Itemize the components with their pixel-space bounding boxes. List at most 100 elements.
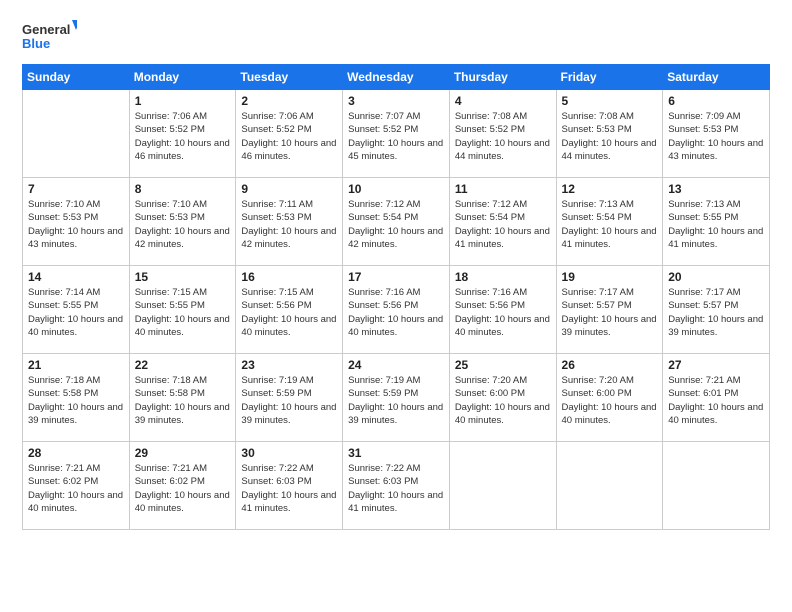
week-row-2: 7 Sunrise: 7:10 AMSunset: 5:53 PMDaylight… — [23, 178, 770, 266]
page: General Blue SundayMondayTuesdayWednesda… — [0, 0, 792, 612]
day-info: Sunrise: 7:13 AMSunset: 5:55 PMDaylight:… — [668, 198, 764, 251]
day-number: 13 — [668, 182, 764, 196]
calendar-cell: 9 Sunrise: 7:11 AMSunset: 5:53 PMDaylight… — [236, 178, 343, 266]
day-info: Sunrise: 7:11 AMSunset: 5:53 PMDaylight:… — [241, 198, 337, 251]
day-number: 6 — [668, 94, 764, 108]
calendar-cell: 16Sunrise: 7:15 AMSunset: 5:56 PMDayligh… — [236, 266, 343, 354]
day-info: Sunrise: 7:13 AMSunset: 5:54 PMDaylight:… — [562, 198, 658, 251]
day-info: Sunrise: 7:20 AMSunset: 6:00 PMDaylight:… — [455, 374, 551, 427]
day-info: Sunrise: 7:15 AMSunset: 5:55 PMDaylight:… — [135, 286, 231, 339]
weekday-header-sunday: Sunday — [23, 65, 130, 90]
calendar-cell: 21 Sunrise: 7:18 AMSunset: 5:58 PMDayligh… — [23, 354, 130, 442]
day-number: 26 — [562, 358, 658, 372]
day-number: 9 — [241, 182, 337, 196]
calendar: SundayMondayTuesdayWednesdayThursdayFrid… — [22, 64, 770, 530]
day-info: Sunrise: 7:22 AMSunset: 6:03 PMDaylight:… — [241, 462, 337, 515]
day-info: Sunrise: 7:10 AMSunset: 5:53 PMDaylight:… — [28, 198, 124, 251]
day-number: 14 — [28, 270, 124, 284]
day-info: Sunrise: 7:14 AMSunset: 5:55 PMDaylight:… — [28, 286, 124, 339]
day-number: 22 — [135, 358, 231, 372]
day-info: Sunrise: 7:16 AMSunset: 5:56 PMDaylight:… — [348, 286, 444, 339]
calendar-cell — [663, 442, 770, 530]
day-number: 5 — [562, 94, 658, 108]
svg-text:General: General — [22, 22, 70, 37]
weekday-header-row: SundayMondayTuesdayWednesdayThursdayFrid… — [23, 65, 770, 90]
day-number: 21 — [28, 358, 124, 372]
day-number: 18 — [455, 270, 551, 284]
calendar-cell: 18 Sunrise: 7:16 AMSunset: 5:56 PMDayligh… — [449, 266, 556, 354]
weekday-header-saturday: Saturday — [663, 65, 770, 90]
calendar-cell: 30Sunrise: 7:22 AMSunset: 6:03 PMDayligh… — [236, 442, 343, 530]
calendar-cell: 23 Sunrise: 7:19 AMSunset: 5:59 PMDayligh… — [236, 354, 343, 442]
week-row-5: 28 Sunrise: 7:21 AMSunset: 6:02 PMDayligh… — [23, 442, 770, 530]
calendar-cell: 17 Sunrise: 7:16 AMSunset: 5:56 PMDayligh… — [343, 266, 450, 354]
day-info: Sunrise: 7:18 AMSunset: 5:58 PMDaylight:… — [28, 374, 124, 427]
calendar-cell: 22 Sunrise: 7:18 AMSunset: 5:58 PMDayligh… — [129, 354, 236, 442]
day-info: Sunrise: 7:06 AMSunset: 5:52 PMDaylight:… — [135, 110, 231, 163]
calendar-cell: 8 Sunrise: 7:10 AMSunset: 5:53 PMDaylight… — [129, 178, 236, 266]
day-number: 10 — [348, 182, 444, 196]
svg-text:Blue: Blue — [22, 36, 50, 51]
day-number: 7 — [28, 182, 124, 196]
day-info: Sunrise: 7:09 AMSunset: 5:53 PMDaylight:… — [668, 110, 764, 163]
day-number: 12 — [562, 182, 658, 196]
calendar-cell: 1Sunrise: 7:06 AMSunset: 5:52 PMDaylight… — [129, 90, 236, 178]
day-info: Sunrise: 7:06 AMSunset: 5:52 PMDaylight:… — [241, 110, 337, 163]
day-number: 19 — [562, 270, 658, 284]
calendar-cell: 12 Sunrise: 7:13 AMSunset: 5:54 PMDayligh… — [556, 178, 663, 266]
day-number: 17 — [348, 270, 444, 284]
weekday-header-monday: Monday — [129, 65, 236, 90]
calendar-cell: 15 Sunrise: 7:15 AMSunset: 5:55 PMDayligh… — [129, 266, 236, 354]
calendar-cell: 27 Sunrise: 7:21 AMSunset: 6:01 PMDayligh… — [663, 354, 770, 442]
day-info: Sunrise: 7:08 AMSunset: 5:52 PMDaylight:… — [455, 110, 551, 163]
calendar-cell: 10Sunrise: 7:12 AMSunset: 5:54 PMDayligh… — [343, 178, 450, 266]
day-info: Sunrise: 7:10 AMSunset: 5:53 PMDaylight:… — [135, 198, 231, 251]
calendar-cell: 5 Sunrise: 7:08 AMSunset: 5:53 PMDaylight… — [556, 90, 663, 178]
calendar-cell: 4Sunrise: 7:08 AMSunset: 5:52 PMDaylight… — [449, 90, 556, 178]
day-info: Sunrise: 7:21 AMSunset: 6:02 PMDaylight:… — [135, 462, 231, 515]
day-number: 28 — [28, 446, 124, 460]
day-number: 3 — [348, 94, 444, 108]
day-number: 8 — [135, 182, 231, 196]
day-info: Sunrise: 7:19 AMSunset: 5:59 PMDaylight:… — [348, 374, 444, 427]
calendar-cell: 20Sunrise: 7:17 AMSunset: 5:57 PMDayligh… — [663, 266, 770, 354]
day-number: 15 — [135, 270, 231, 284]
day-info: Sunrise: 7:15 AMSunset: 5:56 PMDaylight:… — [241, 286, 337, 339]
day-info: Sunrise: 7:08 AMSunset: 5:53 PMDaylight:… — [562, 110, 658, 163]
weekday-header-tuesday: Tuesday — [236, 65, 343, 90]
week-row-1: 1Sunrise: 7:06 AMSunset: 5:52 PMDaylight… — [23, 90, 770, 178]
day-number: 25 — [455, 358, 551, 372]
day-info: Sunrise: 7:21 AMSunset: 6:02 PMDaylight:… — [28, 462, 124, 515]
day-info: Sunrise: 7:12 AMSunset: 5:54 PMDaylight:… — [455, 198, 551, 251]
calendar-cell: 14 Sunrise: 7:14 AMSunset: 5:55 PMDayligh… — [23, 266, 130, 354]
day-info: Sunrise: 7:07 AMSunset: 5:52 PMDaylight:… — [348, 110, 444, 163]
calendar-cell: 13 Sunrise: 7:13 AMSunset: 5:55 PMDayligh… — [663, 178, 770, 266]
calendar-cell — [23, 90, 130, 178]
day-info: Sunrise: 7:22 AMSunset: 6:03 PMDaylight:… — [348, 462, 444, 515]
calendar-cell: 26 Sunrise: 7:20 AMSunset: 6:00 PMDayligh… — [556, 354, 663, 442]
day-info: Sunrise: 7:19 AMSunset: 5:59 PMDaylight:… — [241, 374, 337, 427]
day-info: Sunrise: 7:20 AMSunset: 6:00 PMDaylight:… — [562, 374, 658, 427]
weekday-header-thursday: Thursday — [449, 65, 556, 90]
day-info: Sunrise: 7:21 AMSunset: 6:01 PMDaylight:… — [668, 374, 764, 427]
day-number: 24 — [348, 358, 444, 372]
day-info: Sunrise: 7:17 AMSunset: 5:57 PMDaylight:… — [562, 286, 658, 339]
calendar-cell — [449, 442, 556, 530]
day-number: 31 — [348, 446, 444, 460]
day-number: 27 — [668, 358, 764, 372]
logo-svg: General Blue — [22, 18, 77, 56]
weekday-header-wednesday: Wednesday — [343, 65, 450, 90]
day-number: 20 — [668, 270, 764, 284]
day-number: 23 — [241, 358, 337, 372]
logo: General Blue — [22, 18, 77, 56]
day-number: 2 — [241, 94, 337, 108]
day-info: Sunrise: 7:16 AMSunset: 5:56 PMDaylight:… — [455, 286, 551, 339]
calendar-cell: 25 Sunrise: 7:20 AMSunset: 6:00 PMDayligh… — [449, 354, 556, 442]
weekday-header-friday: Friday — [556, 65, 663, 90]
week-row-3: 14 Sunrise: 7:14 AMSunset: 5:55 PMDayligh… — [23, 266, 770, 354]
header: General Blue — [22, 18, 770, 56]
calendar-cell: 3 Sunrise: 7:07 AMSunset: 5:52 PMDaylight… — [343, 90, 450, 178]
calendar-cell: 7 Sunrise: 7:10 AMSunset: 5:53 PMDaylight… — [23, 178, 130, 266]
day-info: Sunrise: 7:18 AMSunset: 5:58 PMDaylight:… — [135, 374, 231, 427]
calendar-cell: 2 Sunrise: 7:06 AMSunset: 5:52 PMDaylight… — [236, 90, 343, 178]
